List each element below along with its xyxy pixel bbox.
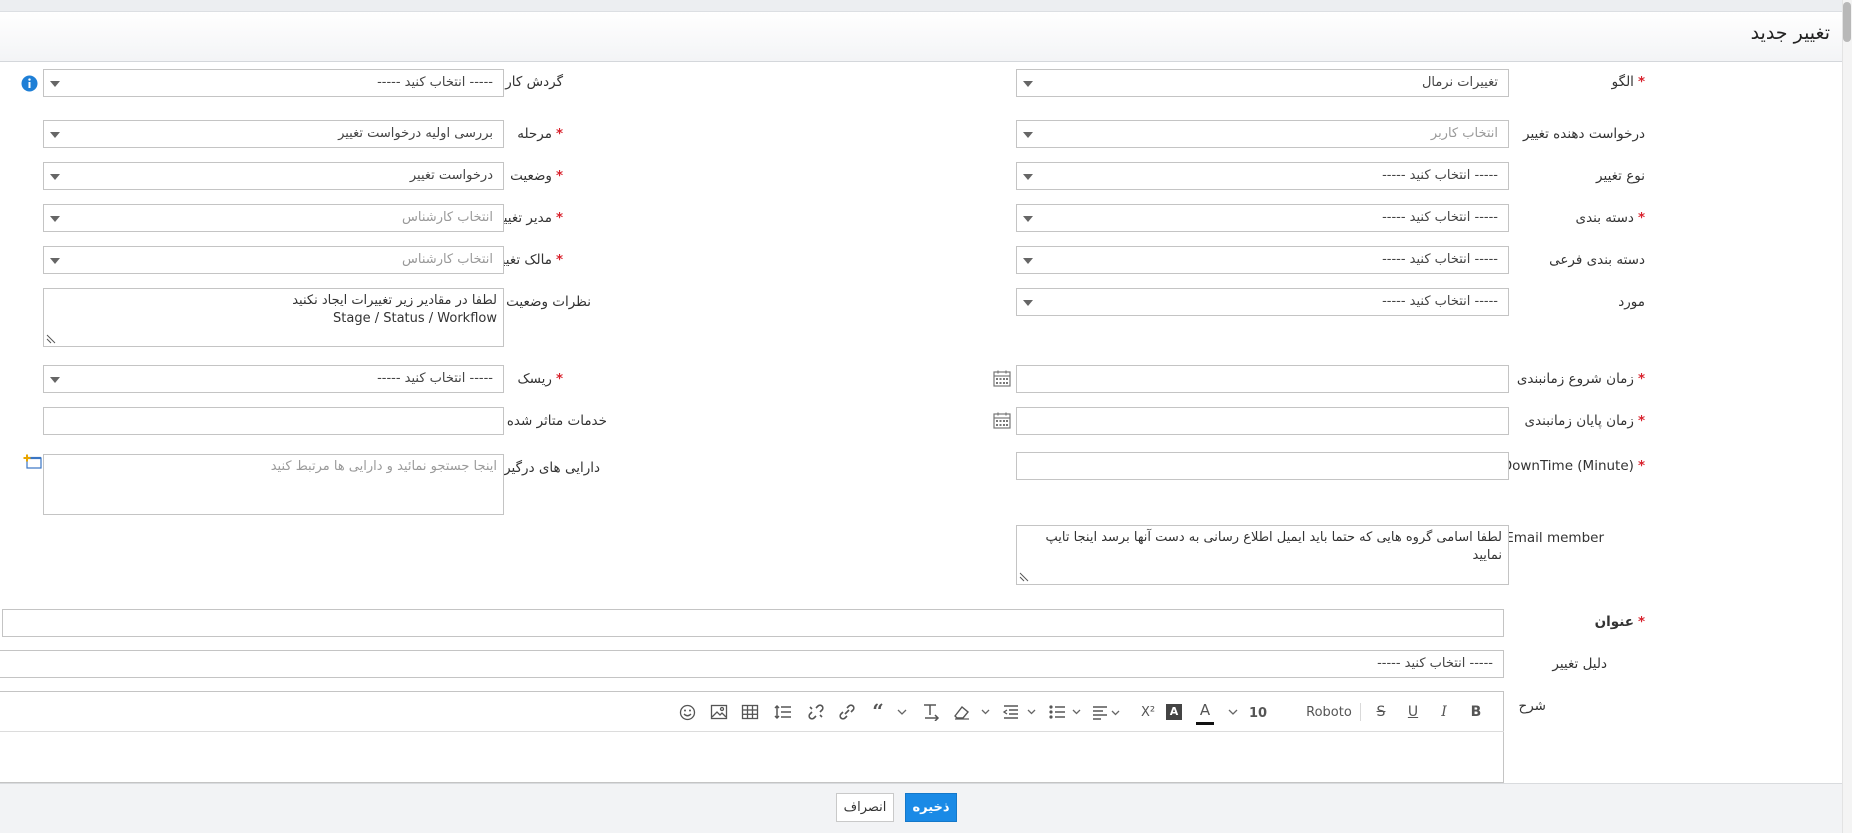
italic-icon[interactable]: I: [1434, 701, 1454, 723]
status-comments-label: نظرات وضعیت: [506, 294, 591, 310]
dialog-header: [0, 12, 1842, 62]
subject-input[interactable]: [2, 609, 1504, 637]
scrollbar[interactable]: [1842, 0, 1852, 833]
item-select[interactable]: ----- انتخاب کنید -----: [1016, 288, 1509, 316]
subcategory-select[interactable]: ----- انتخاب کنید -----: [1016, 246, 1509, 274]
stage-select[interactable]: بررسی اولیه درخواست تغییر: [43, 120, 504, 148]
emoji-icon[interactable]: [679, 704, 696, 721]
chevron-down-icon: [50, 377, 60, 383]
calendar-icon[interactable]: [993, 370, 1011, 387]
workflow-select[interactable]: ----- انتخاب کنید -----: [43, 69, 504, 97]
downtime-input[interactable]: [1016, 452, 1509, 480]
change-owner-label: *مالک تغییر: [494, 252, 563, 268]
chevron-down-icon[interactable]: [1228, 708, 1238, 716]
chevron-down-icon: [50, 216, 60, 222]
workflow-label: گردش کار: [505, 74, 563, 90]
chevron-down-icon: [1023, 81, 1033, 87]
affected-services-input[interactable]: [43, 407, 504, 435]
scrollbar-thumb[interactable]: [1843, 2, 1851, 42]
change-owner-select[interactable]: انتخاب کارشناس: [43, 246, 504, 274]
change-type-select[interactable]: ----- انتخاب کنید -----: [1016, 162, 1509, 190]
link-icon[interactable]: [837, 704, 857, 720]
resize-handle-icon[interactable]: [46, 334, 56, 344]
pattern-label: *الگو: [1611, 74, 1645, 90]
subcategory-label: دسته بندی فرعی: [1549, 252, 1645, 268]
reason-select[interactable]: ----- انتخاب کنید -----: [0, 650, 1504, 678]
item-label: مورد: [1618, 294, 1645, 310]
status-select[interactable]: درخواست تغییر: [43, 162, 504, 190]
description-label: شرح: [1518, 698, 1546, 714]
chevron-down-icon: [50, 174, 60, 180]
chevron-down-icon: [1023, 132, 1033, 138]
bold-icon[interactable]: B: [1466, 701, 1486, 723]
font-size-dropdown[interactable]: 10: [1248, 702, 1268, 724]
pattern-select[interactable]: تغییرات نرمال: [1016, 69, 1509, 97]
image-icon[interactable]: [710, 704, 728, 720]
email-member-label: Email member: [1505, 530, 1604, 546]
chevron-down-icon: [50, 132, 60, 138]
strikethrough-icon[interactable]: S: [1371, 701, 1391, 723]
indent-icon[interactable]: [1002, 704, 1038, 720]
clear-format-icon[interactable]: [951, 704, 991, 720]
superscript-icon[interactable]: X²: [1138, 701, 1158, 723]
reason-label: دلیل تغییر: [1552, 656, 1607, 672]
chevron-down-icon: [50, 81, 60, 87]
chevron-down-icon: [1023, 174, 1033, 180]
requester-label: درخواست دهنده تغییر: [1523, 126, 1645, 142]
page-title: تغییر جدید: [1750, 22, 1830, 44]
subject-label: *عنوان: [1594, 614, 1645, 630]
sched-end-label: *زمان پایان زمانبندی: [1524, 413, 1646, 429]
font-color-icon[interactable]: A: [1194, 699, 1216, 721]
change-manager-select[interactable]: انتخاب کارشناس: [43, 204, 504, 232]
toolbar-separator: [1360, 703, 1361, 721]
involved-assets-label: دارایی های درگیر: [504, 460, 600, 476]
chevron-down-icon: [50, 258, 60, 264]
downtime-label: *DownTime (Minute): [1501, 458, 1645, 474]
category-label: *دسته بندی: [1575, 210, 1645, 226]
font-family-dropdown[interactable]: Roboto: [1300, 701, 1358, 723]
save-button[interactable]: ذخیره: [905, 793, 957, 822]
blockquote-icon[interactable]: “: [868, 699, 888, 723]
risk-select[interactable]: ----- انتخاب کنید -----: [43, 365, 504, 393]
sched-start-label: *زمان شروع زمانبندی: [1516, 371, 1645, 387]
change-type-label: نوع تغییر: [1596, 168, 1645, 184]
align-icon[interactable]: [1091, 704, 1121, 720]
editor-toolbar-divider: [0, 731, 1504, 732]
risk-label: *ریسک: [517, 371, 563, 387]
bullet-list-icon[interactable]: [1048, 704, 1082, 720]
involved-assets-search[interactable]: اینجا جستجو نمائید و دارایی ها مرتبط کنی…: [43, 454, 504, 515]
status-comments-textarea[interactable]: لطفا در مقادیر زیر تغییرات ایجاد نکنید S…: [43, 288, 504, 347]
affected-services-label: خدمات متاثر شده: [506, 413, 607, 429]
info-icon[interactable]: [21, 75, 38, 92]
table-icon[interactable]: [741, 704, 759, 720]
status-label: *وضعیت: [510, 168, 563, 184]
top-strip: [0, 0, 1842, 12]
chevron-down-icon: [1023, 258, 1033, 264]
unlink-icon[interactable]: [806, 704, 826, 720]
chevron-down-icon[interactable]: [897, 708, 907, 716]
background-color-icon[interactable]: A: [1166, 704, 1182, 720]
line-spacing-icon[interactable]: [773, 704, 793, 720]
requester-select[interactable]: انتخاب کاربر: [1016, 120, 1509, 148]
cancel-button[interactable]: انصراف: [836, 793, 894, 822]
resize-handle-icon[interactable]: [1019, 572, 1029, 582]
sched-start-input[interactable]: [1016, 365, 1509, 393]
chevron-down-icon: [1023, 216, 1033, 222]
calendar-icon[interactable]: [993, 412, 1011, 429]
text-direction-icon[interactable]: [921, 703, 941, 721]
underline-icon[interactable]: U: [1403, 701, 1423, 723]
sched-end-input[interactable]: [1016, 407, 1509, 435]
category-select[interactable]: ----- انتخاب کنید -----: [1016, 204, 1509, 232]
font-color-swatch: [1196, 722, 1214, 725]
change-manager-label: *مدیر تغییر: [496, 210, 563, 226]
stage-label: *مرحله: [517, 126, 563, 142]
chevron-down-icon: [1023, 300, 1033, 306]
add-asset-icon[interactable]: [23, 454, 43, 469]
email-member-textarea[interactable]: لطفا اسامی گروه هایی که حتما باید ایمیل …: [1016, 525, 1509, 585]
